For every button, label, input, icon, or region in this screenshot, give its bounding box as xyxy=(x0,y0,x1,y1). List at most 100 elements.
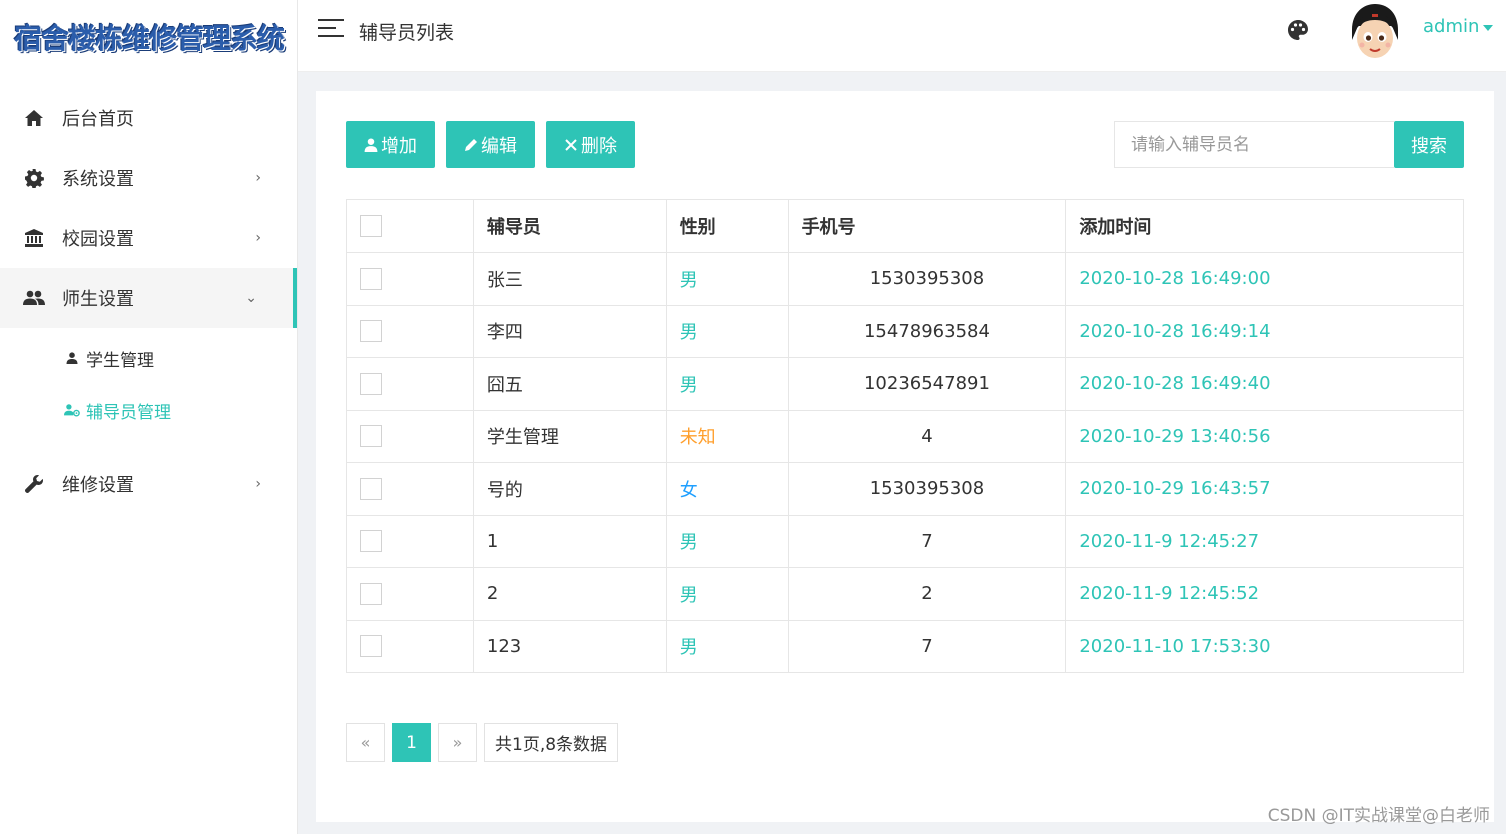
row-checkbox[interactable] xyxy=(360,582,382,605)
next-page-button[interactable]: » xyxy=(438,723,477,762)
time-cell: 2020-10-28 16:49:14 xyxy=(1065,304,1464,358)
sidebar-item-campus[interactable]: 校园设置 › xyxy=(0,208,297,268)
name-cell: 123 xyxy=(472,619,667,673)
sidebar: 宿舍楼栋维修管理系统 后台首页 系统设置 › 校园设置 › 师生设置 ⌄ 学生管… xyxy=(0,0,298,834)
sex-cell: 男 xyxy=(665,252,789,306)
table-row[interactable]: 号的 女 1530395308 2020-10-29 16:43:57 xyxy=(346,462,1464,516)
sex-cell: 男 xyxy=(665,514,789,568)
table-header-row: 辅导员 性别 手机号 添加时间 xyxy=(346,199,1464,253)
wrench-icon xyxy=(22,472,46,496)
name-cell: 2 xyxy=(472,567,667,621)
sex-cell: 男 xyxy=(665,619,789,673)
edit-button-label: 编辑 xyxy=(481,135,517,157)
time-cell: 2020-11-10 17:53:30 xyxy=(1065,619,1464,673)
time-cell: 2020-11-9 12:45:52 xyxy=(1065,567,1464,621)
time-cell: 2020-10-28 16:49:00 xyxy=(1065,252,1464,306)
sidebar-subitem-students[interactable]: 学生管理 xyxy=(0,332,297,384)
sidebar-item-repair[interactable]: 维修设置 › xyxy=(0,454,297,514)
select-all-checkbox[interactable] xyxy=(360,215,382,237)
table-row[interactable]: 张三 男 1530395308 2020-10-28 16:49:00 xyxy=(346,252,1464,306)
sidebar-subitem-counselors[interactable]: 辅导员管理 xyxy=(0,384,297,436)
sex-cell: 男 xyxy=(665,304,789,358)
pencil-icon xyxy=(464,138,478,152)
sidebar-item-system[interactable]: 系统设置 › xyxy=(0,148,297,208)
palette-icon[interactable] xyxy=(1286,18,1310,42)
sidebar-item-label: 系统设置 xyxy=(62,169,134,190)
content-card: 增加 编辑 删除 搜索 辅导员 性别 手机号 添加时间 xyxy=(316,91,1494,822)
table-row[interactable]: 囧五 男 10236547891 2020-10-28 16:49:40 xyxy=(346,357,1464,411)
pagination-summary: 共1页,8条数据 xyxy=(484,723,619,762)
chevron-right-icon: › xyxy=(255,170,261,186)
row-checkbox[interactable] xyxy=(360,477,382,500)
name-cell: 李四 xyxy=(472,304,667,358)
sidebar-item-label: 师生设置 xyxy=(62,289,134,310)
column-header[interactable]: 手机号 xyxy=(787,199,1067,253)
row-checkbox-cell xyxy=(346,304,474,358)
column-header[interactable]: 添加时间 xyxy=(1065,199,1464,253)
sidebar-item-home[interactable]: 后台首页 xyxy=(0,88,297,148)
avatar[interactable] xyxy=(1344,0,1406,62)
sex-cell: 女 xyxy=(665,462,789,516)
user-gear-icon xyxy=(64,402,80,418)
pagination: « 1 » 共1页,8条数据 xyxy=(346,723,625,762)
table-row[interactable]: 1 男 7 2020-11-9 12:45:27 xyxy=(346,514,1464,568)
row-checkbox[interactable] xyxy=(360,320,382,343)
row-checkbox[interactable] xyxy=(360,530,382,553)
edit-button[interactable]: 编辑 xyxy=(446,121,535,168)
table-row[interactable]: 2 男 2 2020-11-9 12:45:52 xyxy=(346,567,1464,621)
app-logo[interactable]: 宿舍楼栋维修管理系统 xyxy=(0,0,298,74)
table-row[interactable]: 123 男 7 2020-11-10 17:53:30 xyxy=(346,619,1464,673)
row-checkbox[interactable] xyxy=(360,372,382,395)
prev-page-button[interactable]: « xyxy=(346,723,385,762)
phone-cell: 1530395308 xyxy=(787,462,1067,516)
select-all-cell xyxy=(346,199,474,253)
row-checkbox-cell xyxy=(346,462,474,516)
row-checkbox-cell xyxy=(346,619,474,673)
search-button[interactable]: 搜索 xyxy=(1394,121,1464,168)
close-icon xyxy=(564,138,578,152)
sidebar-item-teachers-students[interactable]: 师生设置 ⌄ xyxy=(0,268,297,328)
page-title: 辅导员列表 xyxy=(359,22,455,44)
phone-cell: 1530395308 xyxy=(787,252,1067,306)
time-cell: 2020-10-29 13:40:56 xyxy=(1065,409,1464,463)
table-row[interactable]: 学生管理 未知 4 2020-10-29 13:40:56 xyxy=(346,409,1464,463)
name-cell: 学生管理 xyxy=(472,409,667,463)
current-page-button[interactable]: 1 xyxy=(392,723,431,762)
users-icon xyxy=(22,286,46,310)
name-cell: 号的 xyxy=(472,462,667,516)
column-header[interactable]: 辅导员 xyxy=(472,199,667,253)
name-cell: 囧五 xyxy=(472,357,667,411)
username-dropdown[interactable]: admin xyxy=(1423,16,1479,37)
name-cell: 1 xyxy=(472,514,667,568)
gear-icon xyxy=(22,166,46,190)
phone-cell: 7 xyxy=(787,514,1067,568)
phone-cell: 4 xyxy=(787,409,1067,463)
delete-button[interactable]: 删除 xyxy=(546,121,635,168)
phone-cell: 10236547891 xyxy=(787,357,1067,411)
user-icon xyxy=(364,137,378,152)
bank-icon xyxy=(22,226,46,250)
name-cell: 张三 xyxy=(472,252,667,306)
phone-cell: 7 xyxy=(787,619,1067,673)
sidebar-item-label: 后台首页 xyxy=(62,109,134,130)
row-checkbox[interactable] xyxy=(360,267,382,290)
row-checkbox-cell xyxy=(346,252,474,306)
chevron-right-icon: › xyxy=(255,230,261,246)
table-row[interactable]: 李四 男 15478963584 2020-10-28 16:49:14 xyxy=(346,304,1464,358)
search-input[interactable] xyxy=(1114,121,1394,168)
counselor-table: 辅导员 性别 手机号 添加时间 张三 男 1530395308 2020-10-… xyxy=(346,199,1464,673)
caret-down-icon[interactable] xyxy=(1483,25,1493,31)
submenu-teachers-students: 学生管理 辅导员管理 xyxy=(0,328,297,454)
menu-toggle-icon[interactable] xyxy=(318,19,344,41)
row-checkbox-cell xyxy=(346,514,474,568)
row-checkbox[interactable] xyxy=(360,425,382,448)
sidebar-item-label: 校园设置 xyxy=(62,229,134,250)
sex-cell: 未知 xyxy=(665,409,789,463)
column-header[interactable]: 性别 xyxy=(665,199,789,253)
user-icon xyxy=(64,350,80,366)
row-checkbox[interactable] xyxy=(360,635,382,658)
sex-cell: 男 xyxy=(665,357,789,411)
add-button[interactable]: 增加 xyxy=(346,121,435,168)
sidebar-subitem-label: 学生管理 xyxy=(86,350,154,371)
time-cell: 2020-10-28 16:49:40 xyxy=(1065,357,1464,411)
